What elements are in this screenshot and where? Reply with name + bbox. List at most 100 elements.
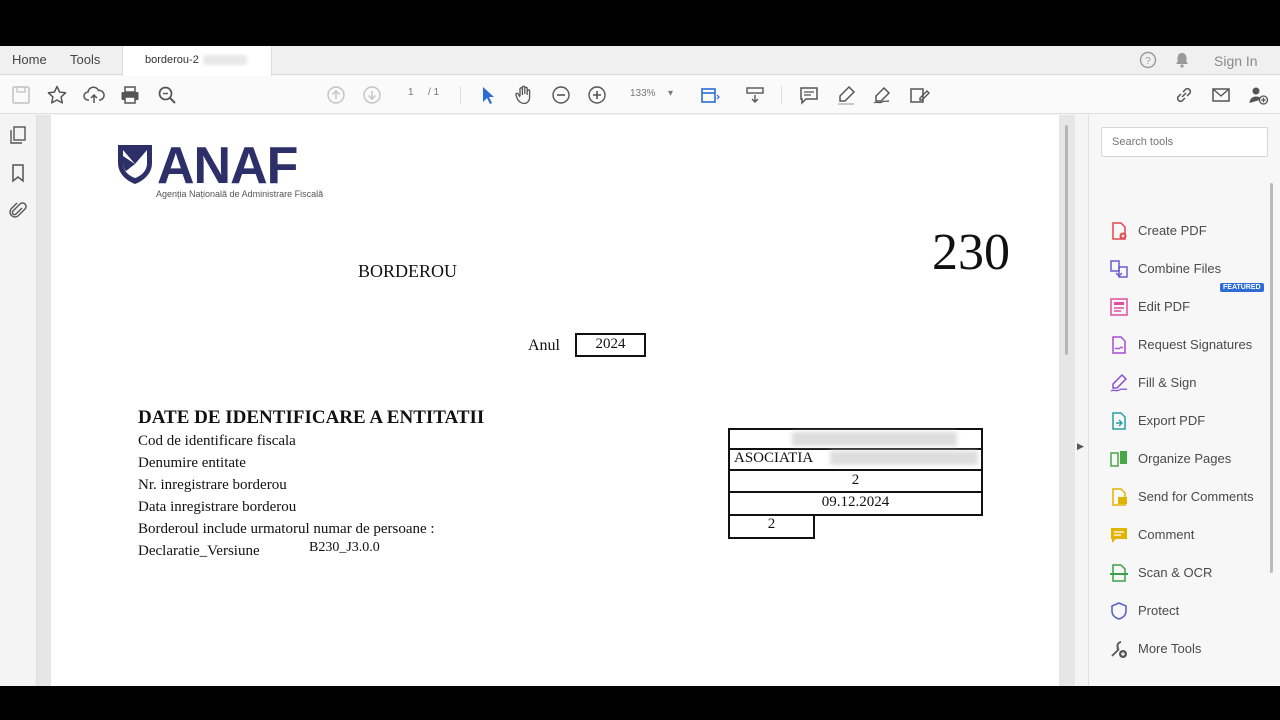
next-page-icon[interactable] — [361, 84, 383, 106]
tool-scan-ocr[interactable]: Scan & OCR — [1109, 561, 1279, 587]
tool-label: Fill & Sign — [1138, 375, 1197, 390]
tool-comment[interactable]: Comment — [1109, 523, 1279, 549]
tool-send-for-comments[interactable]: Send for Comments — [1109, 485, 1279, 511]
tool-label: Organize Pages — [1138, 451, 1232, 466]
email-icon[interactable] — [1210, 84, 1232, 106]
export-pdf-icon — [1109, 411, 1129, 431]
toolbar-divider — [460, 86, 461, 104]
fiscal-code-box — [728, 428, 983, 450]
tool-fill-sign[interactable]: Fill & Sign — [1109, 371, 1279, 397]
tools-panel-scrollbar[interactable] — [1270, 183, 1273, 573]
featured-badge: FEATURED — [1220, 283, 1264, 292]
comment-icon[interactable] — [798, 84, 820, 106]
page-number-input[interactable]: 1 — [408, 87, 414, 98]
redact-tool-icon[interactable] — [908, 84, 930, 106]
sign-in-link[interactable]: Sign In — [1214, 53, 1258, 69]
protect-icon — [1109, 601, 1129, 621]
help-icon[interactable]: ? — [1139, 51, 1157, 74]
registration-date-value: 09.12.2024 — [821, 494, 890, 510]
tool-label: Send for Comments — [1138, 489, 1254, 504]
tool-edit-pdf[interactable]: Edit PDF — [1109, 295, 1279, 321]
expand-right-panel-icon[interactable]: ▶ — [1077, 441, 1084, 452]
bookmarks-icon[interactable] — [8, 163, 28, 183]
tool-label: Request Signatures — [1138, 337, 1253, 352]
document-viewport: ANAF Agenția Națională de Administrare F… — [37, 115, 1084, 686]
document-scrollbar[interactable] — [1065, 125, 1068, 355]
zoom-dropdown-chevron-icon[interactable]: ▾ — [668, 88, 673, 99]
search-zoom-icon[interactable] — [156, 84, 178, 106]
version-value: B230_J3.0.0 — [309, 540, 380, 555]
menu-bar: Home Tools borderou-2 ? Sign In — [0, 46, 1280, 76]
year-label: Anul — [528, 337, 560, 354]
zoom-in-icon[interactable] — [586, 84, 608, 106]
pdf-page: ANAF Agenția Națională de Administrare F… — [51, 115, 1059, 686]
tool-label: Comment — [1138, 527, 1195, 542]
tool-export-pdf[interactable]: Export PDF — [1109, 409, 1279, 435]
send-comments-icon — [1109, 487, 1129, 507]
request-signatures-icon — [1109, 335, 1129, 355]
previous-page-icon[interactable] — [325, 84, 347, 106]
fill-sign-icon — [1109, 373, 1129, 393]
notification-bell-icon[interactable] — [1173, 51, 1191, 74]
tool-protect[interactable]: Protect — [1109, 599, 1279, 625]
menu-home[interactable]: Home — [12, 52, 47, 67]
zoom-level-select[interactable]: 133% — [630, 88, 656, 99]
create-pdf-icon — [1109, 221, 1129, 241]
tool-request-signatures[interactable]: Request Signatures — [1109, 333, 1279, 359]
tool-label: Create PDF — [1138, 223, 1207, 238]
menu-tools[interactable]: Tools — [70, 52, 100, 67]
fit-page-icon[interactable] — [698, 84, 720, 106]
field-label: Nr. inregistrare borderou — [138, 477, 287, 493]
tool-combine-files[interactable]: Combine Files — [1109, 257, 1279, 283]
share-link-icon[interactable] — [1173, 84, 1195, 106]
persons-count-box: 2 — [728, 516, 815, 539]
hand-tool-icon[interactable] — [513, 84, 535, 106]
print-icon[interactable] — [119, 84, 141, 106]
page-thumbnails-icon[interactable] — [8, 125, 28, 145]
anaf-shield-icon — [118, 145, 152, 184]
section-title: DATE DE IDENTIFICARE A ENTITATII — [138, 407, 485, 428]
year-value: 2024 — [595, 336, 626, 352]
field-label: Borderoul include urmatorul numar de per… — [138, 521, 435, 537]
tool-create-pdf[interactable]: Create PDF — [1109, 219, 1279, 245]
scroll-mode-icon[interactable] — [744, 84, 766, 106]
bookmark-star-icon[interactable] — [46, 84, 68, 106]
registration-date-box: 09.12.2024 — [728, 493, 983, 516]
tool-more-tools[interactable]: More Tools — [1109, 637, 1279, 663]
toolbar-divider — [781, 86, 782, 104]
tool-label: Scan & OCR — [1138, 565, 1213, 580]
highlight-pen-icon[interactable] — [835, 84, 857, 106]
document-tab[interactable]: borderou-2 — [122, 46, 272, 76]
search-tools-input[interactable] — [1101, 127, 1268, 157]
entity-name-prefix: ASOCIATIA — [734, 450, 814, 466]
select-cursor-icon[interactable] — [477, 84, 499, 106]
toolbar: 1 / 1 133% ▾ — [0, 76, 1280, 114]
zoom-out-icon[interactable] — [550, 84, 572, 106]
organize-pages-icon — [1109, 449, 1129, 469]
entity-name-box: ASOCIATIA — [728, 448, 983, 471]
save-icon[interactable] — [10, 84, 32, 106]
form-number: 230 — [932, 224, 1010, 281]
add-user-icon[interactable] — [1247, 84, 1269, 106]
attachments-paperclip-icon[interactable] — [8, 201, 28, 221]
tab-title-redacted — [203, 55, 247, 65]
logo-wordmark: ANAF — [157, 137, 298, 195]
svg-text:?: ? — [1145, 56, 1151, 67]
left-navigation-rail: ◀ — [0, 115, 48, 686]
tools-panel: Create PDF Combine Files Edit PDF Reques… — [1088, 115, 1280, 686]
acrobat-window: Home Tools borderou-2 ? Sign In 1 / 1 13… — [0, 46, 1280, 686]
edit-pdf-icon — [1109, 297, 1129, 317]
scan-ocr-icon — [1109, 563, 1129, 583]
comment-icon — [1109, 525, 1129, 545]
tool-label: Protect — [1138, 603, 1180, 618]
sign-pen-icon[interactable] — [871, 84, 893, 106]
document-title: BORDEROU — [358, 261, 458, 281]
registration-number-box: 2 — [728, 471, 983, 493]
tool-label: Export PDF — [1138, 413, 1206, 428]
fiscal-code-redacted — [792, 432, 957, 446]
tool-organize-pages[interactable]: Organize Pages — [1109, 447, 1279, 473]
combine-files-icon — [1109, 259, 1129, 279]
upload-cloud-icon[interactable] — [83, 84, 105, 106]
field-label: Declaratie_Versiune — [138, 543, 260, 559]
more-tools-icon — [1109, 639, 1129, 659]
